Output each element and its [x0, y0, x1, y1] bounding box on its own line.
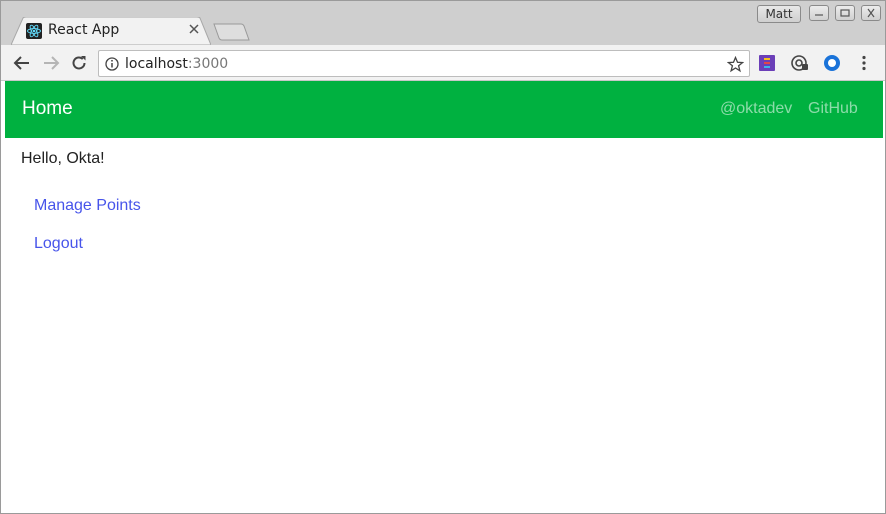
- url-text: localhost:3000: [125, 56, 228, 72]
- back-icon[interactable]: [13, 54, 31, 72]
- forward-icon[interactable]: [42, 54, 60, 72]
- reload-icon[interactable]: [70, 54, 88, 72]
- react-logo-icon: [26, 23, 42, 39]
- tab-strip: React App Matt: [1, 1, 885, 45]
- minimize-button[interactable]: [809, 5, 829, 21]
- page-content: Home @oktadev GitHub Hello, Okta! Manage…: [5, 81, 883, 511]
- maximize-button[interactable]: [835, 5, 855, 21]
- nav-link-oktadev[interactable]: @oktadev: [720, 100, 792, 118]
- minimize-icon: [815, 14, 823, 16]
- nav-link-github[interactable]: GitHub: [808, 100, 858, 118]
- close-window-button[interactable]: [861, 5, 881, 21]
- extension-tool-icon[interactable]: [758, 54, 776, 72]
- url-host: localhost: [125, 56, 188, 72]
- address-bar[interactable]: localhost:3000: [98, 50, 750, 77]
- extension-lock-icon[interactable]: [791, 54, 809, 72]
- manage-points-link[interactable]: Manage Points: [34, 197, 141, 215]
- url-port: :3000: [187, 56, 229, 72]
- profile-button[interactable]: Matt: [757, 5, 801, 23]
- tab-react-app[interactable]: React App: [11, 17, 211, 45]
- extension-ring-icon[interactable]: [823, 54, 841, 72]
- new-tab-button[interactable]: [213, 23, 251, 41]
- greeting-text: Hello, Okta!: [21, 150, 105, 167]
- home-link[interactable]: Home: [22, 98, 73, 120]
- app-navbar: Home @oktadev GitHub: [5, 81, 883, 138]
- menu-kebab-icon[interactable]: [855, 54, 873, 72]
- logout-link[interactable]: Logout: [34, 235, 83, 253]
- browser-toolbar: localhost:3000: [1, 45, 885, 81]
- bookmark-star-icon[interactable]: [727, 56, 744, 73]
- tab-title: React App: [48, 22, 120, 38]
- close-tab-icon[interactable]: [187, 22, 201, 36]
- close-window-icon: [867, 8, 875, 18]
- browser-window: React App Matt localhost:3000 Home @okta…: [0, 0, 886, 514]
- info-icon[interactable]: [105, 57, 119, 71]
- maximize-icon: [840, 9, 850, 17]
